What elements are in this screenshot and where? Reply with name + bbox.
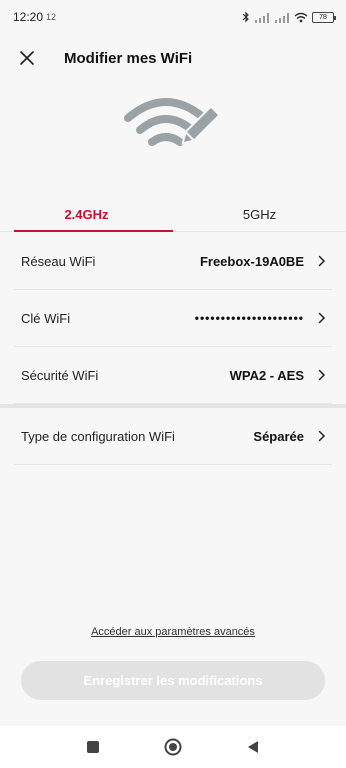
status-bar: 12:20 12 78: [0, 0, 346, 34]
row-wifi-security[interactable]: Sécurité WiFi WPA2 - AES: [14, 347, 332, 404]
square-icon: [87, 741, 99, 753]
status-extra: 12: [46, 12, 57, 22]
tab-5ghz[interactable]: 5GHz: [173, 198, 346, 231]
tab-2-4ghz[interactable]: 2.4GHz: [0, 198, 173, 232]
chevron-right-icon: [310, 255, 326, 267]
row-label: Type de configuration WiFi: [21, 428, 175, 444]
home-circle-icon: [164, 738, 182, 756]
row-config-type[interactable]: Type de configuration WiFi Séparée: [14, 408, 332, 465]
advanced-settings-link[interactable]: Accéder aux paramètres avancés: [0, 626, 346, 638]
battery-level: 78: [319, 13, 327, 21]
row-value: Séparée: [253, 428, 304, 444]
header: Modifier mes WiFi: [0, 42, 346, 74]
chevron-right-icon: [310, 312, 326, 324]
row-wifi-network[interactable]: Réseau WiFi Freebox-19A0BE: [14, 233, 332, 290]
status-time: 12:20: [13, 10, 44, 24]
home-button[interactable]: [158, 732, 188, 762]
back-triangle-icon: [248, 741, 258, 753]
chevron-right-icon: [310, 430, 326, 442]
recent-apps-button[interactable]: [78, 732, 108, 762]
back-button[interactable]: [238, 732, 268, 762]
system-nav-bar: [0, 726, 346, 768]
signal-icon: [275, 12, 289, 23]
signal-icon: [255, 12, 269, 23]
tab-5ghz-label: 5GHz: [242, 207, 277, 222]
page-title: Modifier mes WiFi: [64, 49, 193, 67]
close-button[interactable]: [5, 42, 49, 74]
row-value: •••••••••••••••••••••: [194, 311, 304, 325]
row-label: Réseau WiFi: [21, 253, 96, 269]
close-icon: [20, 51, 34, 65]
config-settings-list: Type de configuration WiFi Séparée: [14, 408, 332, 465]
battery-icon: 78: [312, 11, 336, 23]
wifi-settings-list: Réseau WiFi Freebox-19A0BE Clé WiFi ••••…: [14, 233, 332, 404]
save-button[interactable]: Enregistrer les modifications: [21, 661, 325, 700]
status-icons: 78: [242, 11, 336, 23]
row-label: Clé WiFi: [21, 310, 71, 326]
wifi-icon: [294, 12, 308, 22]
band-tabs: 2.4GHz 5GHz: [0, 198, 346, 232]
tab-2-4ghz-label: 2.4GHz: [64, 207, 109, 222]
row-value: Freebox-19A0BE: [199, 253, 304, 269]
chevron-right-icon: [310, 369, 326, 381]
row-label: Sécurité WiFi: [21, 367, 99, 383]
row-wifi-key[interactable]: Clé WiFi •••••••••••••••••••••: [14, 290, 332, 347]
wifi-edit-icon: [124, 98, 220, 146]
row-value: WPA2 - AES: [229, 367, 304, 383]
bluetooth-icon: [242, 11, 249, 23]
